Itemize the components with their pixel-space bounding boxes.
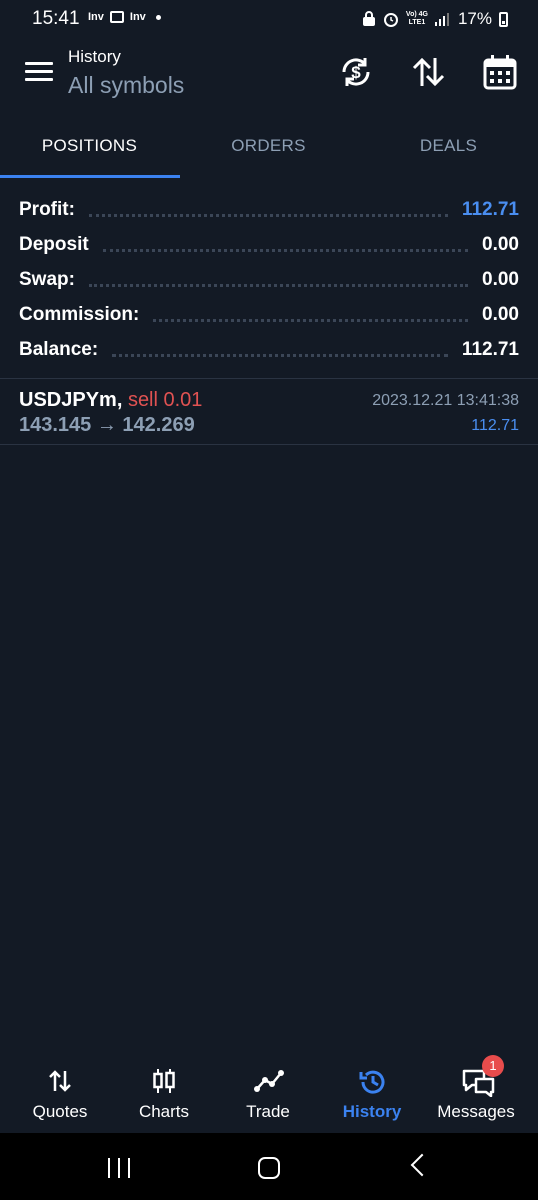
summary-label: Balance: xyxy=(19,338,99,360)
signal-icon xyxy=(434,13,449,26)
app-bar: History All symbols $ xyxy=(0,36,538,122)
currency-exchange-icon[interactable]: $ xyxy=(336,52,376,92)
page-subtitle: History xyxy=(68,47,121,66)
bottom-navigation: Quotes Charts Trade History 1 Messages xyxy=(0,1055,538,1133)
status-bar: 15:41 Inv Inv Vo) 4G LTE1 17% xyxy=(0,0,538,36)
history-tabs: POSITIONS ORDERS DEALS xyxy=(0,122,538,178)
account-summary: Profit: 112.71 Deposit 0.00 Swap: 0.00 C… xyxy=(19,192,519,367)
summary-value: 0.00 xyxy=(482,303,519,325)
dotted-leader xyxy=(112,354,448,357)
unread-badge: 1 xyxy=(482,1055,504,1077)
sort-icon[interactable] xyxy=(408,52,448,92)
dotted-leader xyxy=(102,249,469,252)
notification-icons: Inv Inv xyxy=(88,11,161,23)
dotted-leader xyxy=(88,284,469,287)
alarm-icon xyxy=(383,13,398,27)
gallery-icon xyxy=(109,11,124,23)
symbol-name: USDJPYm, xyxy=(19,389,123,411)
summary-row-balance: Balance: 112.71 xyxy=(19,332,519,367)
network-indicator: Vo) 4G LTE1 xyxy=(405,11,428,26)
quotes-icon xyxy=(49,1070,71,1092)
nav-history[interactable]: History xyxy=(320,1055,424,1133)
position-row[interactable]: USDJPYm, sell 0.01 143.145 → 142.269 202… xyxy=(0,379,538,443)
nav-label: Trade xyxy=(246,1102,290,1121)
battery-icon xyxy=(499,11,508,27)
active-tab-indicator xyxy=(0,175,180,178)
divider xyxy=(0,444,538,445)
summary-value: 0.00 xyxy=(482,233,519,255)
summary-value: 0.00 xyxy=(482,268,519,290)
system-icons: Vo) 4G LTE1 17% xyxy=(362,9,508,29)
svg-text:$: $ xyxy=(351,63,361,82)
calendar-icon[interactable] xyxy=(480,52,520,92)
nav-label: History xyxy=(342,1102,402,1121)
summary-row-profit: Profit: 112.71 xyxy=(19,192,519,227)
tab-positions[interactable]: POSITIONS xyxy=(0,122,179,178)
summary-label: Profit: xyxy=(19,198,75,220)
summary-label: Swap: xyxy=(19,268,75,290)
status-time: 15:41 xyxy=(32,8,80,29)
nav-trade[interactable]: Trade xyxy=(216,1055,320,1133)
nav-quotes[interactable]: Quotes xyxy=(8,1055,112,1133)
nav-charts[interactable]: Charts xyxy=(112,1055,216,1133)
summary-row-commission: Commission: 0.00 xyxy=(19,297,519,332)
trade-line-icon xyxy=(254,1070,284,1092)
home-icon[interactable] xyxy=(258,1157,280,1179)
back-icon[interactable] xyxy=(410,1153,434,1177)
tab-orders[interactable]: ORDERS xyxy=(179,122,358,178)
system-navigation-bar xyxy=(0,1133,538,1200)
more-notifications-icon xyxy=(155,14,161,20)
dotted-leader xyxy=(88,214,448,217)
position-symbol: USDJPYm, sell 0.01 xyxy=(19,389,202,412)
candlestick-icon xyxy=(153,1069,175,1093)
history-icon xyxy=(359,1070,385,1094)
battery-percent: 17% xyxy=(457,9,492,28)
nav-messages[interactable]: 1 Messages xyxy=(424,1055,528,1133)
notif-app-icon: Inv xyxy=(129,11,146,23)
symbol-filter[interactable]: All symbols xyxy=(68,72,184,99)
summary-value: 112.71 xyxy=(461,198,519,220)
position-side: sell 0.01 xyxy=(127,389,203,411)
notif-app-icon: Inv xyxy=(88,11,104,23)
tab-deals[interactable]: DEALS xyxy=(359,122,538,178)
nav-label: Quotes xyxy=(32,1102,88,1121)
position-prices: 143.145 → 142.269 xyxy=(19,414,195,436)
dotted-leader xyxy=(153,319,469,322)
summary-row-swap: Swap: 0.00 xyxy=(19,262,519,297)
nav-label: Charts xyxy=(138,1102,190,1121)
hamburger-menu-icon[interactable] xyxy=(25,62,53,82)
lock-icon xyxy=(362,11,375,26)
recent-apps-icon[interactable] xyxy=(108,1158,130,1178)
summary-label: Commission: xyxy=(19,303,140,325)
position-time: 2023.12.21 13:41:38 xyxy=(372,392,519,409)
position-profit: 112.71 xyxy=(471,417,519,434)
summary-label: Deposit xyxy=(19,233,89,255)
nav-label: Messages xyxy=(437,1102,515,1121)
summary-value: 112.71 xyxy=(461,338,519,360)
summary-row-deposit: Deposit 0.00 xyxy=(19,227,519,262)
